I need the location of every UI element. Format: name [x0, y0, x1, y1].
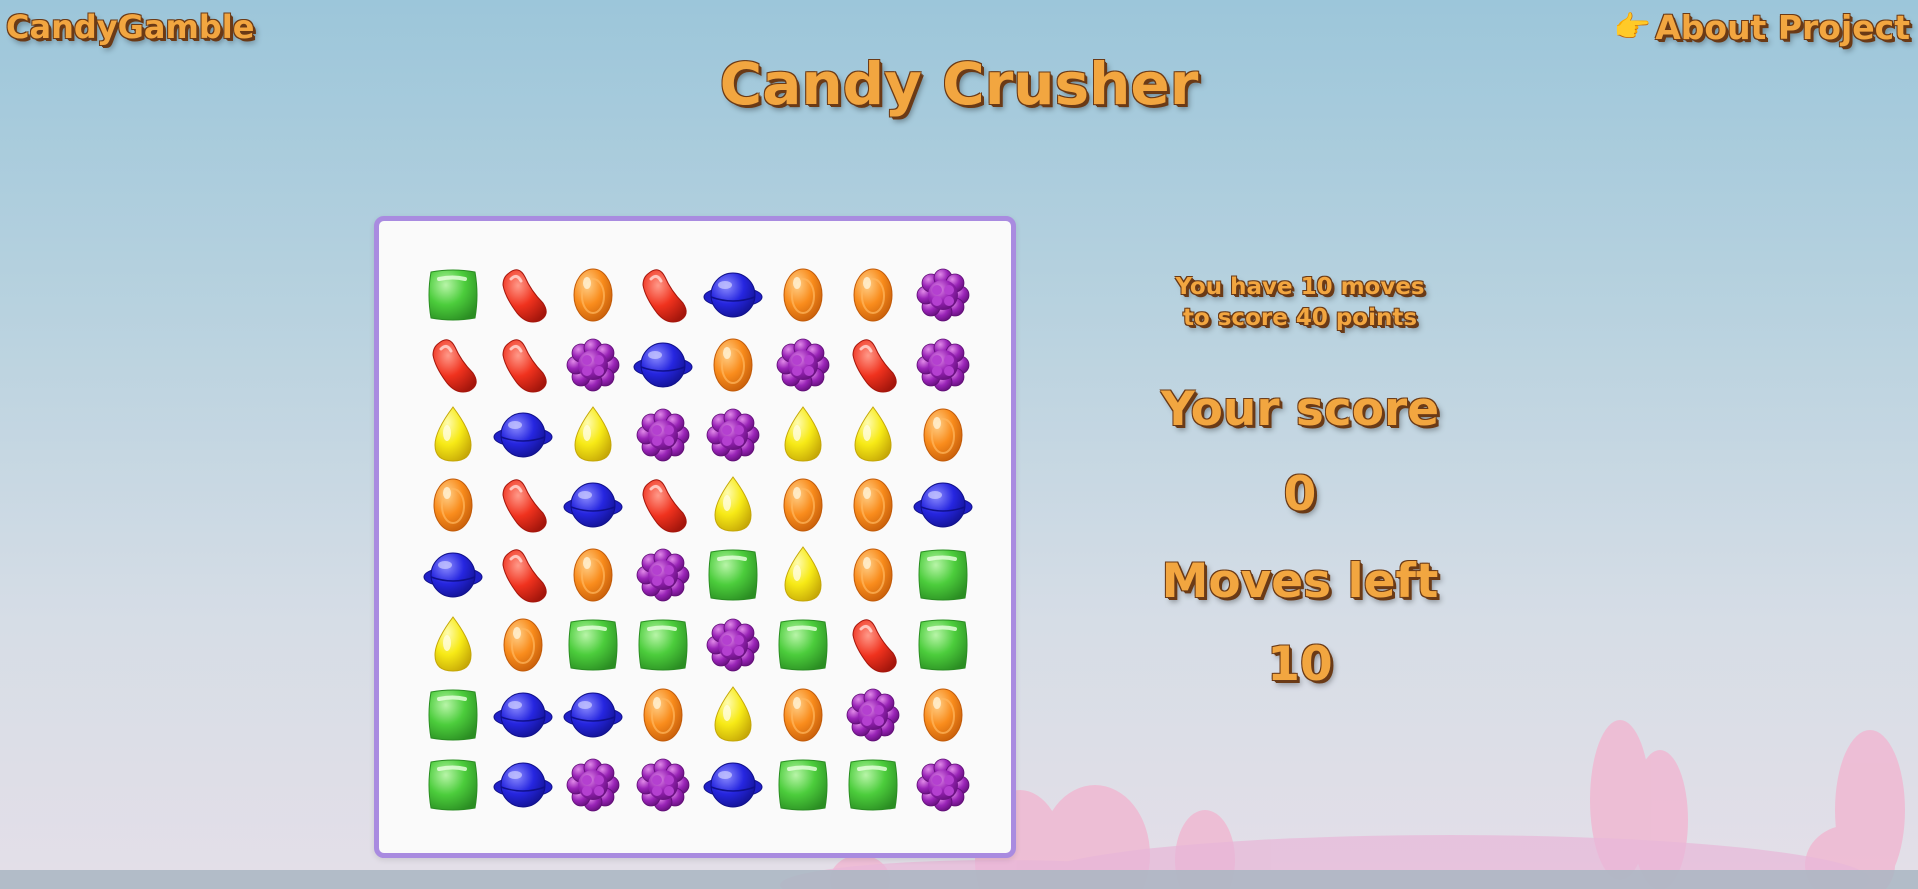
candy-green[interactable]: [768, 750, 838, 820]
candy-yellow[interactable]: [768, 540, 838, 610]
candy-purple[interactable]: [698, 610, 768, 680]
candy-red[interactable]: [488, 540, 558, 610]
candy-orange[interactable]: [838, 260, 908, 330]
candy-green[interactable]: [768, 610, 838, 680]
candy-red[interactable]: [488, 260, 558, 330]
about-project-link[interactable]: 👉 About Project: [1614, 8, 1910, 47]
candy-blue[interactable]: [628, 330, 698, 400]
candy-purple[interactable]: [628, 400, 698, 470]
candy-yellow[interactable]: [558, 400, 628, 470]
candy-green[interactable]: [418, 750, 488, 820]
candy-purple[interactable]: [698, 400, 768, 470]
candy-green[interactable]: [558, 610, 628, 680]
candy-red[interactable]: [488, 330, 558, 400]
candy-orange[interactable]: [768, 470, 838, 540]
candy-purple[interactable]: [838, 680, 908, 750]
candy-orange[interactable]: [768, 680, 838, 750]
candy-blue[interactable]: [558, 680, 628, 750]
candy-blue[interactable]: [488, 400, 558, 470]
candy-purple[interactable]: [628, 750, 698, 820]
candy-blue[interactable]: [908, 470, 978, 540]
candy-green[interactable]: [698, 540, 768, 610]
candy-red[interactable]: [838, 610, 908, 680]
candy-blue[interactable]: [488, 680, 558, 750]
candy-orange[interactable]: [768, 260, 838, 330]
candy-purple[interactable]: [908, 750, 978, 820]
candy-red[interactable]: [628, 470, 698, 540]
score-panel: You have 10 moves to score 40 points You…: [1150, 272, 1450, 692]
candy-blue[interactable]: [488, 750, 558, 820]
moves-left-label: Moves left: [1161, 554, 1439, 609]
about-project-label: About Project: [1655, 8, 1910, 47]
candy-orange[interactable]: [908, 400, 978, 470]
candy-purple[interactable]: [768, 330, 838, 400]
candy-red[interactable]: [488, 470, 558, 540]
candy-yellow[interactable]: [418, 610, 488, 680]
candy-purple[interactable]: [558, 330, 628, 400]
candy-green[interactable]: [908, 540, 978, 610]
goal-text: You have 10 moves to score 40 points: [1175, 274, 1425, 331]
score-value: 0: [1283, 467, 1317, 522]
candy-yellow[interactable]: [418, 400, 488, 470]
candy-green[interactable]: [418, 260, 488, 330]
candy-red[interactable]: [418, 330, 488, 400]
candy-blue[interactable]: [558, 470, 628, 540]
candy-blue[interactable]: [418, 540, 488, 610]
candy-orange[interactable]: [628, 680, 698, 750]
candy-orange[interactable]: [838, 540, 908, 610]
candy-green[interactable]: [628, 610, 698, 680]
candy-orange[interactable]: [838, 470, 908, 540]
candy-yellow[interactable]: [698, 470, 768, 540]
candy-grid: [418, 260, 978, 820]
score-label: Your score: [1160, 382, 1440, 437]
brand-logo[interactable]: CandyGamble: [6, 8, 254, 46]
candy-orange[interactable]: [908, 680, 978, 750]
candy-orange[interactable]: [558, 540, 628, 610]
bottom-bar: [0, 870, 1918, 889]
candy-purple[interactable]: [908, 260, 978, 330]
candy-green[interactable]: [908, 610, 978, 680]
candy-yellow[interactable]: [838, 400, 908, 470]
moves-left-value: 10: [1267, 637, 1333, 692]
candy-orange[interactable]: [558, 260, 628, 330]
candy-orange[interactable]: [698, 330, 768, 400]
candy-purple[interactable]: [908, 330, 978, 400]
candy-purple[interactable]: [558, 750, 628, 820]
candy-orange[interactable]: [488, 610, 558, 680]
pointing-hand-icon: 👉: [1613, 10, 1652, 45]
candy-purple[interactable]: [628, 540, 698, 610]
candy-red[interactable]: [628, 260, 698, 330]
candy-red[interactable]: [838, 330, 908, 400]
candy-blue[interactable]: [698, 260, 768, 330]
game-board: [374, 216, 1016, 858]
candy-blue[interactable]: [698, 750, 768, 820]
candy-green[interactable]: [418, 680, 488, 750]
candy-yellow[interactable]: [768, 400, 838, 470]
candy-green[interactable]: [838, 750, 908, 820]
candy-yellow[interactable]: [698, 680, 768, 750]
candy-orange[interactable]: [418, 470, 488, 540]
page-title: Candy Crusher: [719, 50, 1199, 118]
